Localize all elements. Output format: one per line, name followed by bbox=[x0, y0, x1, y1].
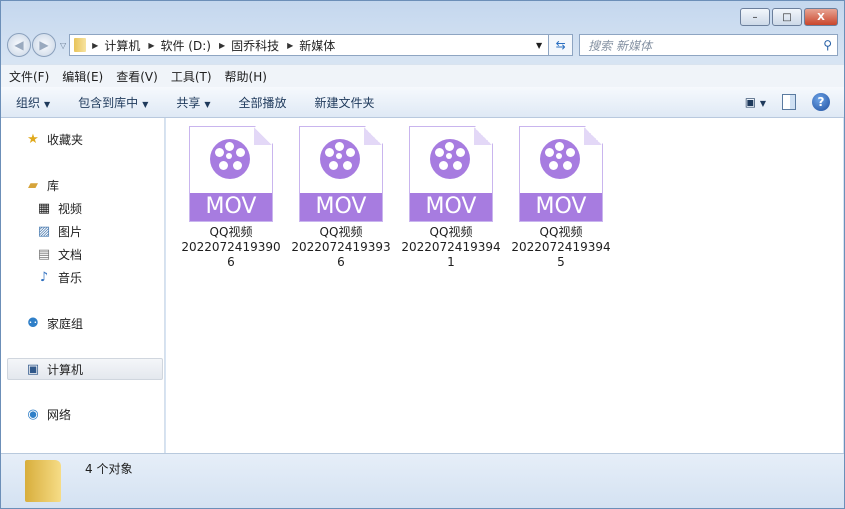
label: 网络 bbox=[47, 407, 72, 422]
label: 文档 bbox=[58, 247, 83, 262]
picture-icon: ▨ bbox=[37, 223, 51, 239]
maximize-button[interactable]: □ bbox=[772, 8, 802, 26]
navigation-pane: ★ 收藏夹 ▰ 库 ▦ 视频 ▨ 图片 ▤ 文档 ♪ 音乐 ⚉ 家庭组 ▣ 计算机 ◉ 网络 bbox=[1, 118, 165, 453]
menu-edit[interactable]: 编辑(E) bbox=[62, 68, 103, 85]
command-bar: 组织 ▼ 包含到库中 ▼ 共享 ▼ 全部播放 新建文件夹 ▣ ▼ ? bbox=[1, 87, 844, 118]
video-icon: ▦ bbox=[37, 200, 51, 216]
label: 收藏夹 bbox=[47, 132, 84, 147]
search-icon[interactable]: ⚲ bbox=[823, 38, 832, 52]
label: 计算机 bbox=[47, 362, 84, 377]
homegroup-icon: ⚉ bbox=[27, 315, 39, 331]
menu-tools[interactable]: 工具(T) bbox=[171, 68, 212, 85]
address-bar[interactable]: ▶ 计算机 ▶ 软件 (D:) ▶ 固乔科技 ▶ 新媒体 ▼ bbox=[69, 34, 550, 56]
refresh-button[interactable]: ⇆ bbox=[549, 34, 574, 56]
label: 视频 bbox=[58, 201, 83, 216]
menu-file[interactable]: 文件(F) bbox=[9, 68, 49, 85]
new-folder-button[interactable]: 新建文件夹 bbox=[315, 94, 375, 111]
recent-pages-icon[interactable]: ▽ bbox=[60, 41, 66, 50]
sidebar-item-homegroup[interactable]: ⚉ 家庭组 bbox=[25, 313, 83, 333]
close-button[interactable]: X bbox=[804, 8, 838, 26]
chevron-down-icon: ▼ bbox=[204, 99, 211, 109]
sidebar-item-network[interactable]: ◉ 网络 bbox=[25, 404, 71, 424]
document-icon: ▤ bbox=[37, 246, 51, 262]
label: 组织 bbox=[16, 95, 41, 110]
chevron-down-icon: ▼ bbox=[142, 99, 149, 109]
sidebar-item-documents[interactable]: ▤ 文档 bbox=[36, 244, 82, 264]
details-pane: 4 个对象 bbox=[1, 453, 844, 508]
address-dropdown-icon[interactable]: ▼ bbox=[530, 41, 548, 50]
breadcrumb-current[interactable]: ▶ 新媒体 bbox=[287, 37, 335, 54]
crumb-label: 固乔科技 bbox=[231, 38, 280, 53]
network-icon: ◉ bbox=[27, 406, 39, 422]
sidebar-item-favorites[interactable]: ★ 收藏夹 bbox=[25, 129, 83, 149]
view-options-icon[interactable]: ▣ ▼ bbox=[745, 95, 766, 109]
menu-bar: 文件(F) 编辑(E) 查看(V) 工具(T) 帮助(H) bbox=[1, 64, 844, 87]
breadcrumb-folder[interactable]: ▶ 固乔科技 bbox=[219, 37, 279, 54]
file-item[interactable]: MOV QQ视频20220724193906 bbox=[179, 126, 283, 270]
play-all-button[interactable]: 全部播放 bbox=[239, 94, 287, 111]
chevron-down-icon: ▼ bbox=[44, 99, 51, 109]
crumb-label: 软件 (D:) bbox=[160, 38, 211, 53]
file-item[interactable]: MOV QQ视频20220724193941 bbox=[399, 126, 503, 270]
mov-file-icon: MOV bbox=[519, 126, 603, 222]
file-item[interactable]: MOV QQ视频20220724193936 bbox=[289, 126, 393, 270]
file-type-label: MOV bbox=[190, 193, 272, 221]
label: 图片 bbox=[58, 224, 83, 239]
folder-icon bbox=[74, 38, 87, 52]
crumb-label: 新媒体 bbox=[299, 38, 336, 53]
file-list: MOV QQ视频20220724193906 MOV QQ视频202207241939… bbox=[166, 118, 843, 453]
forward-button[interactable]: ▶ bbox=[32, 33, 56, 57]
sidebar-item-computer[interactable]: ▣ 计算机 bbox=[7, 358, 163, 380]
file-name: QQ视频20220724193945 bbox=[511, 225, 611, 269]
mov-file-icon: MOV bbox=[299, 126, 383, 222]
video-reel-icon bbox=[540, 139, 580, 179]
label: 家庭组 bbox=[47, 316, 84, 331]
label: 共享 bbox=[176, 95, 201, 110]
file-name: QQ视频20220724193936 bbox=[291, 225, 391, 269]
include-in-library-button[interactable]: 包含到库中 ▼ bbox=[78, 94, 148, 111]
menu-help[interactable]: 帮助(H) bbox=[225, 68, 267, 85]
sidebar-item-pictures[interactable]: ▨ 图片 bbox=[36, 221, 82, 241]
breadcrumb-computer[interactable]: ▶ 计算机 bbox=[92, 37, 140, 54]
file-item[interactable]: MOV QQ视频20220724193945 bbox=[509, 126, 613, 270]
sidebar-item-music[interactable]: ♪ 音乐 bbox=[36, 267, 82, 287]
video-reel-icon bbox=[430, 139, 470, 179]
file-type-label: MOV bbox=[520, 193, 602, 221]
video-reel-icon bbox=[320, 139, 360, 179]
label: 音乐 bbox=[58, 270, 83, 285]
search-placeholder: 搜索 新媒体 bbox=[588, 38, 652, 53]
label: 库 bbox=[47, 178, 60, 193]
search-input[interactable]: 搜索 新媒体 ⚲ bbox=[579, 34, 838, 56]
share-button[interactable]: 共享 ▼ bbox=[176, 94, 210, 111]
file-name: QQ视频20220724193906 bbox=[181, 225, 281, 269]
help-icon[interactable]: ? bbox=[812, 93, 830, 111]
sidebar-item-libraries[interactable]: ▰ 库 bbox=[25, 175, 59, 195]
mov-file-icon: MOV bbox=[189, 126, 273, 222]
star-icon: ★ bbox=[27, 131, 39, 147]
minimize-button[interactable]: – bbox=[740, 8, 770, 26]
sidebar-item-videos[interactable]: ▦ 视频 bbox=[36, 198, 82, 218]
organize-button[interactable]: 组织 ▼ bbox=[16, 94, 50, 111]
file-type-label: MOV bbox=[300, 193, 382, 221]
folder-icon bbox=[25, 460, 61, 502]
video-reel-icon bbox=[210, 139, 250, 179]
computer-icon: ▣ bbox=[26, 361, 40, 377]
mov-file-icon: MOV bbox=[409, 126, 493, 222]
breadcrumb-drive[interactable]: ▶ 软件 (D:) bbox=[148, 37, 211, 54]
file-type-label: MOV bbox=[410, 193, 492, 221]
explorer-window: – □ X ◀ ▶ ▽ ▶ 计算机 ▶ 软件 (D:) ▶ 固乔科技 ▶ 新媒体 ▼ ⇆… bbox=[0, 0, 845, 509]
music-icon: ♪ bbox=[39, 269, 49, 285]
library-icon: ▰ bbox=[28, 177, 38, 193]
label: 包含到库中 bbox=[78, 95, 139, 110]
item-count: 4 个对象 bbox=[85, 462, 133, 476]
file-name: QQ视频20220724193941 bbox=[401, 225, 501, 269]
preview-pane-icon[interactable] bbox=[782, 94, 796, 110]
crumb-label: 计算机 bbox=[104, 38, 141, 53]
back-button[interactable]: ◀ bbox=[7, 33, 31, 57]
menu-view[interactable]: 查看(V) bbox=[116, 68, 158, 85]
